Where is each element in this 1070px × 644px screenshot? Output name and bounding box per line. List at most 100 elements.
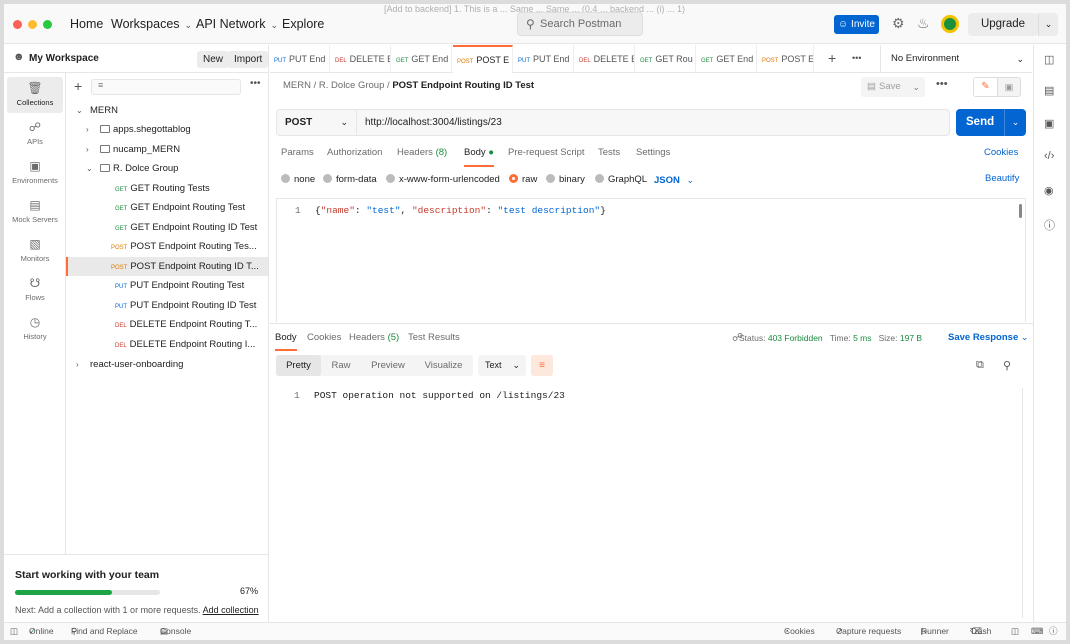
sidebar-item-collections[interactable]: 🗑 Collections [7, 77, 63, 113]
lightbulb-icon[interactable]: ◉ [1044, 184, 1054, 197]
editor-scrollbar[interactable] [1019, 204, 1022, 218]
edit-view-toggle[interactable]: ✎ ▣ [973, 77, 1021, 97]
tree-folder[interactable]: ⌄ R. Dolce Group [66, 159, 268, 178]
sidebar-item-monitors[interactable]: ▧ Monitors [7, 233, 63, 269]
beautify-link[interactable]: Beautify [985, 173, 1019, 184]
settings-gear-icon[interactable]: ⚙ [892, 15, 905, 32]
cookies-link[interactable]: Cookies [984, 147, 1018, 158]
copy-icon[interactable]: ⧉ [976, 359, 984, 372]
chevron-down-icon[interactable]: ⌄ [1004, 109, 1026, 136]
body-format-select[interactable]: JSON ⌄ [654, 173, 694, 188]
tree-request[interactable]: POST POST Endpoint Routing Tes... [66, 237, 268, 256]
tab-body[interactable]: Body ● [464, 147, 495, 167]
tab-settings[interactable]: Settings [636, 147, 670, 167]
add-collection-plus-icon[interactable]: + [74, 78, 82, 94]
sidebar-item-history[interactable]: ◷ History [7, 311, 63, 347]
environment-selector[interactable]: No Environment ⌄ [880, 45, 1032, 73]
nav-explore[interactable]: Explore [282, 17, 324, 31]
response-body[interactable]: 1 POST operation not supported on /listi… [276, 384, 1026, 622]
breadcrumb-collection[interactable]: MERN [283, 80, 311, 91]
radio-form-data[interactable]: form-data [323, 173, 377, 187]
tab-request[interactable]: DEL DELETE E [575, 45, 635, 73]
avatar[interactable] [941, 15, 959, 33]
tab-pre-request-script[interactable]: Pre-request Script [508, 147, 585, 167]
sidebar-item-mock-servers[interactable]: ▤ Mock Servers [7, 194, 63, 230]
tab-request[interactable]: POST POST E [758, 45, 814, 73]
response-tab-body[interactable]: Body [275, 332, 297, 351]
tab-request[interactable]: DEL DELETE E [331, 45, 391, 73]
time-value[interactable]: 5 ms [853, 333, 871, 343]
response-tab-test-results[interactable]: Test Results [408, 332, 460, 351]
tree-request[interactable]: GET GET Endpoint Routing ID Test [66, 218, 268, 237]
tree-collection[interactable]: › react-user-onboarding [66, 355, 268, 374]
add-collection-link[interactable]: Add collection [203, 605, 259, 615]
tree-request[interactable]: DEL DELETE Endpoint Routing T... [66, 315, 268, 334]
radio-raw[interactable]: raw [509, 173, 537, 187]
code-icon[interactable]: ‹/› [1044, 150, 1054, 162]
save-response-button[interactable]: Save Response ⌄ [948, 332, 1028, 343]
pencil-icon[interactable]: ✎ [974, 78, 998, 96]
zoom-window-button[interactable] [43, 20, 52, 29]
wrap-lines-icon[interactable]: ≡ [531, 355, 553, 376]
tab-request-active[interactable]: POST POST E [453, 45, 513, 73]
new-button[interactable]: New [197, 51, 230, 68]
save-button[interactable]: ▤ Save ⌄ [861, 77, 925, 97]
tab-tests[interactable]: Tests [598, 147, 620, 167]
url-input[interactable]: http://localhost:3004/listings/23 [365, 110, 502, 135]
tab-authorization[interactable]: Authorization [327, 147, 382, 167]
close-window-button[interactable] [13, 20, 22, 29]
send-button[interactable]: Send ⌄ [956, 109, 1026, 136]
tree-request[interactable]: PUT PUT Endpoint Routing Test [66, 276, 268, 295]
invite-button[interactable]: ☺ Invite [834, 15, 879, 34]
method-select[interactable]: POST ⌄ [277, 110, 357, 135]
workspace-name[interactable]: My Workspace [29, 53, 99, 64]
search-input[interactable]: ⚲ Search Postman [517, 12, 643, 36]
sidebar-item-environments[interactable]: ▣ Environments [7, 155, 63, 191]
radio-none[interactable]: none [281, 173, 315, 187]
more-options-icon[interactable]: ••• [250, 78, 261, 89]
response-tab-cookies[interactable]: Cookies [307, 332, 341, 351]
tree-request[interactable]: DEL DELETE Endpoint Routing I... [66, 335, 268, 354]
tree-collection-mern[interactable]: ⌄ MERN [66, 101, 268, 120]
filter-input[interactable]: ≡ [91, 79, 241, 95]
nav-workspaces[interactable]: Workspaces ⌄ [111, 17, 192, 31]
tree-folder[interactable]: › nucamp_MERN [66, 140, 268, 159]
view-raw[interactable]: Raw [321, 355, 361, 376]
tab-request[interactable]: GET GET End [697, 45, 757, 73]
import-button[interactable]: Import [228, 51, 269, 68]
response-format-select[interactable]: Text ⌄ [478, 355, 526, 376]
search-icon[interactable]: ⚲ [1003, 359, 1011, 372]
workspace-icon[interactable]: ◫ [1044, 53, 1054, 66]
keyboard-icon[interactable]: ⌨ [1031, 623, 1043, 640]
radio-urlencoded[interactable]: x-www-form-urlencoded [386, 173, 500, 187]
tab-request[interactable]: GET GET Rou [636, 45, 696, 73]
minimize-window-button[interactable] [28, 20, 37, 29]
documentation-icon[interactable]: ▤ [1044, 84, 1054, 97]
toggle-sidebar-icon[interactable]: ◫ [10, 623, 18, 640]
tab-request[interactable]: GET GET End [392, 45, 452, 73]
upgrade-button[interactable]: Upgrade [968, 13, 1038, 36]
nav-api-network[interactable]: API Network ⌄ [196, 17, 278, 31]
comment-icon[interactable]: ▣ [998, 78, 1020, 96]
tab-params[interactable]: Params [281, 147, 314, 167]
size-value[interactable]: 197 B [900, 333, 922, 343]
upgrade-dropdown-chevron-icon[interactable]: ⌄ [1038, 13, 1058, 36]
sidebar-item-flows[interactable]: ☋ Flows [7, 272, 63, 308]
nav-home[interactable]: Home [70, 17, 103, 31]
status-value[interactable]: 403 Forbidden [768, 333, 823, 343]
tabs-more-icon[interactable]: ••• [852, 53, 861, 63]
info-icon[interactable]: ⓘ [1044, 217, 1055, 233]
breadcrumb-folder[interactable]: R. Dolce Group [319, 80, 384, 91]
help-icon[interactable]: ⓘ [1049, 623, 1058, 640]
tree-request[interactable]: GET GET Routing Tests [66, 179, 268, 198]
request-more-icon[interactable]: ••• [936, 78, 948, 90]
radio-graphql[interactable]: GraphQL [595, 173, 647, 187]
layout-icon[interactable]: ◫ [1011, 623, 1019, 640]
tree-folder[interactable]: › apps.shegottablog [66, 120, 268, 139]
new-tab-plus-icon[interactable]: + [828, 50, 836, 66]
tab-request[interactable]: PUT PUT End [514, 45, 574, 73]
body-editor[interactable]: 1 {"name": "test", "description": "test … [276, 198, 1026, 322]
radio-binary[interactable]: binary [546, 173, 585, 187]
tab-headers[interactable]: Headers (8) [397, 147, 447, 167]
notifications-bell-icon[interactable]: ♨ [917, 15, 930, 32]
